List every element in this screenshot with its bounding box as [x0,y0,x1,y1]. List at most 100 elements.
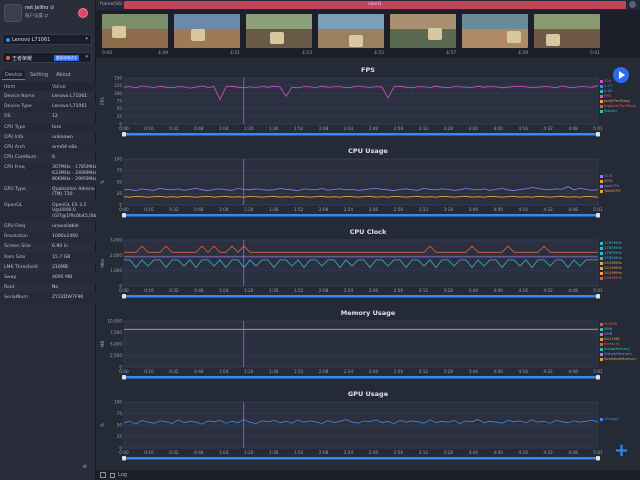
x-tick-label: 1:36 [269,207,279,212]
username: net Jeliho ⊙ [25,5,55,11]
x-tick-label: 2:56 [394,450,404,455]
chart-svg[interactable]: 3,0002,0001,0000MHz0:00 0:16 0:32 0:48 1:04 1… [96,228,640,302]
y-tick-label: 125 [114,83,122,88]
device-select[interactable]: Lenovo L71061 ▾ [2,34,92,45]
chart-svg[interactable]: 1007550250%0:00 0:16 0:32 0:48 1:04 1:20 1:36 1… [96,147,640,221]
avatar[interactable] [4,4,22,22]
range-slider [124,376,598,379]
x-tick-label: 1:20 [244,369,254,374]
x-tick-label: 2:24 [344,126,354,131]
range-slider-handle-left [122,456,126,461]
screenshot-thumbnail[interactable] [318,14,384,48]
x-tick-label: 3:28 [444,207,454,212]
legend-label: GUsage [604,416,619,421]
x-tick-label: 0:16 [144,450,154,455]
record-button[interactable] [78,8,88,18]
device-info-value: 307MHz - 1785MHz 633MHz - 2496MHz 806MHz -… [52,165,97,182]
y-tick-label: 25 [117,191,123,196]
timeline-start-offset: 0:00 [102,51,113,56]
legend-swatch [600,276,603,280]
app-select-value: 王者荣耀 [12,56,33,62]
x-tick-label: 1:04 [219,450,229,455]
tab-setting[interactable]: Setting [27,70,51,80]
device-info-row: CPU Freq 307MHz - 1785MHz 633MHz - 2496MHz… [0,163,97,185]
y-axis-label: MHz [100,258,105,268]
x-tick-label: 2:40 [369,450,379,455]
legend-label: Stutter [604,108,618,113]
range-slider-handle-right [596,294,600,299]
x-tick-label: 1:36 [269,369,279,374]
y-axis-label: % [100,423,105,427]
screenshot-thumbnail[interactable] [390,14,456,48]
screenshot-thumbnail[interactable] [534,14,600,48]
device-info-value-line: Lenovo L71061 [52,94,88,99]
legend-entry[interactable]: TotalCPU [600,188,621,193]
x-tick-label: 2:24 [344,369,354,374]
device-info-key: OpenGL [4,202,23,208]
legend-entry[interactable]: 2995MHz [600,275,622,280]
tab-about[interactable]: About [53,70,74,80]
chart-svg[interactable]: 1501251007550250FPS0:00 0:16 0:32 0:48 1:04 1… [96,66,640,140]
x-tick-label: 3:44 [469,207,479,212]
collapse-sidebar-icon[interactable]: « [82,462,88,472]
x-tick-label: 0:16 [144,288,154,293]
screenshot-thumbnail[interactable] [174,14,240,48]
app-select[interactable]: 王者荣耀 整游戏测试中 ▾ [2,52,92,63]
device-info-key: Device Type [4,104,32,110]
x-tick-label: 4:00 [494,369,504,374]
screenshot-thumbnail[interactable] [102,14,168,48]
device-info-value: 4095 MB [52,275,96,281]
chart-fps: FPS 150 125 100 75 50 25 0 FPS 0:00 0:16 0:32 0:48 1:… [96,66,640,140]
x-tick-label: 3:44 [469,369,479,374]
chart-cpu-usage: CPU Usage 100 75 50 25 0% 0:00 0:16 0:32 0:48 1:04… [96,147,640,221]
x-tick-label: 0:16 [144,369,154,374]
timeline-segment[interactable]: label1 [124,1,626,9]
device-info-key: Resolution [4,234,29,240]
x-tick-label: 4:00 [494,126,504,131]
log-checkbox[interactable] [110,473,115,478]
legend-entry[interactable]: Stutter [600,108,636,113]
account-settings-link[interactable]: 账户设置 ⇄ [25,13,48,19]
screenshot-thumbnail[interactable] [246,14,312,48]
device-info-value-line: (TM) 730 [52,192,73,198]
y-tick-label: 75 [117,99,123,104]
range-slider [124,295,598,298]
device-info-value: unavailable [52,224,96,230]
x-tick-label: 5:01 [593,126,603,131]
settings-icon[interactable] [100,472,106,478]
legend-swatch [600,357,603,361]
x-tick-label: 0:32 [169,288,179,293]
y-tick-label: 2,000 [110,253,122,258]
plot-area [123,239,599,287]
screenshot-thumbnail[interactable] [462,14,528,48]
device-info-key: CPU Arch [4,145,26,150]
x-tick-label: 2:08 [319,288,329,293]
x-tick-label: 1:20 [244,288,254,293]
y-tick-label: 100 [114,157,122,162]
user-profile[interactable]: net Jeliho ⊙ 账户设置 ⇄ [0,0,96,26]
device-info-value: arm64-v8a [52,145,96,151]
range-slider-handle-right [596,456,600,461]
device-info-row: OpenGL OpenGL ES 3.2 V@0000.0 (GIT@1f9c0b45… [0,200,101,222]
x-tick-label: 3:28 [444,288,454,293]
close-icon[interactable] [629,1,636,8]
column-header-item: Item [4,84,16,90]
device-table-header: Item Value [0,82,96,91]
tab-device[interactable]: Device [2,70,26,80]
device-info-value: Qualcomm Adreno (TM) 730 [52,187,96,198]
x-tick-label: 1:20 [244,207,254,212]
y-tick-label: 3,000 [110,238,122,243]
x-tick-label: 0:32 [169,126,179,131]
x-tick-label: 5:01 [593,207,603,212]
x-tick-label: 2:08 [319,207,329,212]
x-tick-label: 3:28 [444,126,454,131]
range-slider-handle-left [122,132,126,137]
device-info-row: OS 12 [0,112,96,122]
device-info-value: 15.7 GB [52,255,96,261]
chart-svg[interactable]: 10,0007,5005,0002,5000MB0:00 0:16 0:32 0:48… [96,309,640,383]
device-info-key: Device Name [4,94,35,99]
chart-svg[interactable]: 1007550250%0:00 0:16 0:32 0:48 1:04 1:20 1:36 1… [96,390,640,464]
device-info-value: OpenGL ES 3.2 V@0000.0 (GIT@1f9c0b45,I0b4f [52,203,101,220]
legend-entry[interactable]: GUsage [600,416,619,421]
legend-entry[interactable]: AvailableMemory [600,356,637,361]
